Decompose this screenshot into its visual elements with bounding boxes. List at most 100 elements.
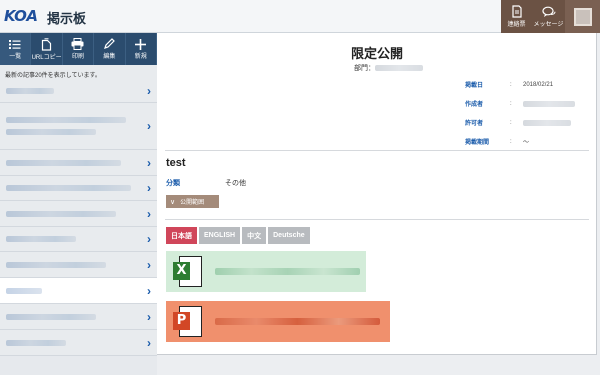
chevron-right-icon: › — [147, 119, 151, 133]
redacted-department — [375, 65, 423, 71]
tab-japanese[interactable]: 日本語 — [166, 227, 197, 244]
redacted-file-name — [215, 268, 360, 275]
meta-row-period: 掲載期間 : ～ — [465, 132, 590, 151]
chevron-right-icon: › — [147, 283, 151, 298]
colon: : — [510, 100, 512, 107]
category-label: 分類 — [166, 180, 180, 187]
redacted-file-name — [215, 318, 380, 325]
language-tabs: 日本語 ENGLISH 中文 Deutsche — [166, 227, 310, 244]
chevron-right-icon: › — [147, 155, 151, 170]
print-label: 印刷 — [71, 54, 84, 60]
colon: : — [510, 81, 512, 88]
list-item[interactable]: › — [0, 103, 157, 150]
list-icon — [9, 39, 21, 49]
post-title: 限定公開 — [350, 46, 403, 61]
contact-button[interactable]: 連絡票 — [501, 0, 532, 33]
printer-icon — [71, 38, 84, 50]
list-button[interactable]: 一覧 — [0, 33, 32, 65]
post-detail-panel: 限定公開 部門： 掲載日 : 2018/02/21 作成者 : 許可者 : 掲載… — [157, 33, 597, 355]
author-label: 作成者 — [465, 102, 484, 108]
message-button[interactable]: メッセージ — [532, 0, 565, 33]
list-item[interactable]: › — [0, 304, 157, 330]
sidebar-toolbar: 一覧 URLコピー 印刷 編集 新規 — [0, 33, 157, 65]
chevron-right-icon: › — [147, 309, 151, 324]
list-item[interactable]: › — [0, 252, 157, 278]
body-title: test — [166, 157, 186, 169]
user-avatar-button[interactable] — [565, 0, 600, 33]
colon: : — [510, 119, 512, 126]
redacted-title — [6, 117, 126, 123]
chevron-right-icon: › — [147, 257, 151, 272]
redacted-title — [6, 340, 66, 346]
divider — [165, 219, 589, 220]
posted-date-label: 掲載日 — [465, 83, 484, 89]
chevron-right-icon: › — [147, 232, 151, 246]
list-item[interactable]: › — [0, 201, 157, 227]
copy-document-icon — [41, 37, 52, 51]
excel-file-icon: X — [173, 255, 203, 288]
message-label: メッセージ — [533, 21, 564, 28]
tab-english[interactable]: ENGLISH — [199, 227, 241, 244]
list-item-selected[interactable]: › — [0, 278, 157, 304]
contact-label: 連絡票 — [507, 22, 526, 28]
meta-row-posted-date: 掲載日 : 2018/02/21 — [465, 75, 590, 94]
chat-bubbles-icon — [541, 6, 556, 17]
approver-label: 許可者 — [465, 121, 484, 127]
redacted-approver — [523, 119, 571, 126]
department-row: 部門： — [354, 63, 423, 73]
colon: : — [510, 138, 512, 145]
period-value: ～ — [523, 140, 530, 146]
redacted-title — [6, 160, 121, 166]
app-title: 掲示板 — [47, 11, 87, 26]
attachment-excel[interactable]: X — [166, 251, 366, 292]
redacted-title — [6, 129, 96, 135]
plus-icon — [135, 38, 147, 50]
edit-button[interactable]: 編集 — [94, 33, 126, 65]
logo-text: KOA — [4, 7, 38, 25]
period-label: 掲載期間 — [465, 140, 490, 146]
new-label: 新規 — [134, 53, 147, 60]
meta-row-approver: 許可者 : — [465, 113, 590, 132]
visibility-scope-toggle[interactable]: ∨ 公開範囲 — [166, 195, 219, 208]
list-item[interactable]: › — [0, 80, 157, 103]
list-item[interactable]: › — [0, 330, 157, 356]
redacted-title — [6, 262, 106, 268]
document-icon — [511, 5, 522, 18]
redacted-title — [6, 288, 42, 294]
redacted-title — [6, 236, 76, 242]
tab-german[interactable]: Deutsche — [268, 227, 310, 244]
chevron-down-icon: ∨ — [170, 198, 176, 206]
tab-chinese[interactable]: 中文 — [242, 227, 267, 244]
list-item[interactable]: › — [0, 227, 157, 252]
print-button[interactable]: 印刷 — [63, 33, 95, 65]
list-notice: 最新の記事20件を表示しています。 — [0, 65, 157, 80]
top-bar: KOA 掲示板 連絡票 メッセージ — [0, 0, 600, 33]
redacted-title — [6, 88, 54, 94]
divider — [165, 150, 589, 151]
chevron-right-icon: › — [147, 335, 151, 350]
redacted-title — [6, 211, 116, 217]
department-label: 部門： — [354, 65, 375, 72]
scope-label: 公開範囲 — [180, 200, 205, 206]
redacted-title — [6, 314, 96, 320]
posted-date-value: 2018/02/21 — [523, 81, 554, 88]
url-copy-label: URLコピー — [31, 54, 62, 61]
powerpoint-file-icon: P — [173, 305, 203, 338]
attachment-powerpoint[interactable]: P — [166, 301, 390, 342]
sidebar: 一覧 URLコピー 印刷 編集 新規 最新の記事20件を表示しています。 › ›… — [0, 33, 157, 375]
powerpoint-badge: P — [173, 311, 190, 330]
url-copy-button[interactable]: URLコピー — [31, 33, 63, 65]
category-value: その他 — [225, 180, 246, 187]
company-logo[interactable]: KOA — [4, 7, 38, 25]
avatar — [573, 7, 592, 26]
post-meta: 掲載日 : 2018/02/21 作成者 : 許可者 : 掲載期間 : ～ — [465, 75, 590, 151]
list-item[interactable]: › — [0, 176, 157, 201]
list-item[interactable]: › — [0, 150, 157, 176]
redacted-author — [523, 100, 575, 107]
edit-label: 編集 — [103, 54, 116, 60]
redacted-title — [6, 185, 131, 191]
new-button[interactable]: 新規 — [126, 33, 157, 65]
chevron-right-icon: › — [147, 181, 151, 195]
list-label: 一覧 — [9, 53, 22, 60]
pencil-icon — [104, 38, 116, 49]
